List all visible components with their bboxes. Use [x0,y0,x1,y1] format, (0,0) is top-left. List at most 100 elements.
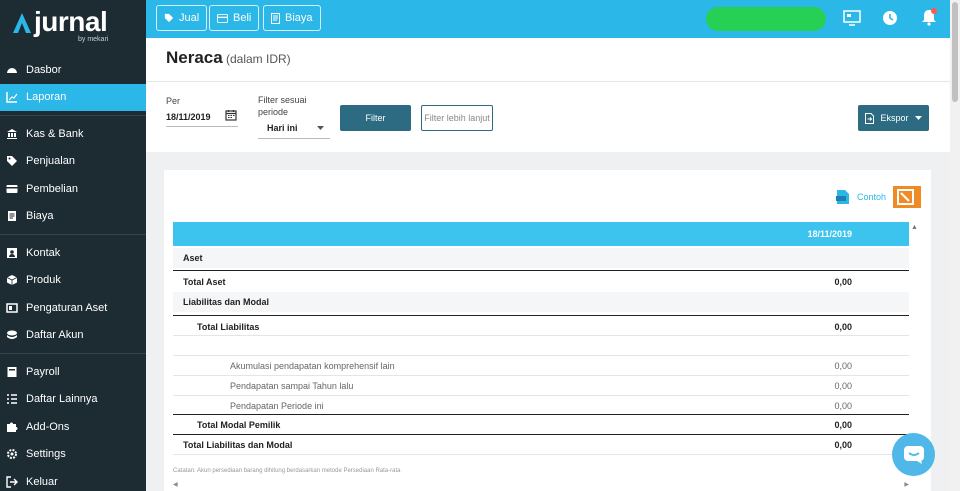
sidebar-item-label: Laporan [26,91,67,104]
sidebar-item-produk[interactable]: Produk [0,267,146,295]
chat-support-button[interactable] [892,433,935,476]
row-label: Akumulasi pendapatan komprehensif lain [230,361,395,371]
contoh-link[interactable]: Contoh [836,189,886,205]
sidebar-item-label: Add-Ons [26,420,70,433]
box-icon [6,274,18,286]
date-input[interactable]: 18/11/2019 [166,112,211,122]
sidebar-item-daftar-lainnya[interactable]: Daftar Lainnya [0,386,146,414]
sidebar-item-payroll[interactable]: Payroll [0,358,146,386]
company-switch-icon[interactable] [843,10,861,26]
list-icon [6,393,18,405]
chat-icon [903,445,924,464]
advanced-filter-input[interactable]: Filter lebih lanjut [421,105,493,131]
file-export-icon [865,112,875,124]
sidebar-item-kas-bank[interactable]: Kas & Bank [0,120,146,148]
calendar-icon[interactable] [225,109,237,121]
sidebar-item-biaya[interactable]: Biaya [0,203,146,231]
period-select[interactable]: Hari ini [267,123,298,133]
row-value: 0,00 [834,361,852,371]
scroll-right-arrow[interactable]: ▶ [904,481,909,488]
sidebar-item-laporan[interactable]: Laporan [0,83,146,111]
row-label: Pendapatan Periode ini [230,401,324,411]
sidebar-item-keluar[interactable]: Keluar [0,468,146,491]
bank-icon [6,128,18,140]
tag-icon [6,155,18,167]
filter-button[interactable]: Filter [340,105,411,131]
chevron-down-icon [317,126,324,130]
sidebar-item-label: Biaya [26,210,54,223]
card-icon [217,13,228,23]
column-date: 18/11/2019 [807,229,852,239]
receipt-icon [6,210,18,222]
row-label: Total Liabilitas [197,322,260,332]
contact-icon [6,247,18,259]
user-name-redacted[interactable] [706,7,826,31]
sidebar-item-dasbor[interactable]: Dasbor [0,56,146,84]
report-table-header: 18/11/2019 [173,222,909,246]
page-subtitle: (dalam IDR) [226,52,291,66]
table-row-liabilitas-modal: Liabilitas dan Modal [173,292,909,312]
chevron-down-icon [914,116,922,120]
report-card: Contoh 18/11/2019 ▲ Aset Total Aset 0,00… [164,170,931,491]
sidebar-item-settings[interactable]: Settings [0,441,146,469]
sidebar-item-label: Daftar Lainnya [26,393,98,406]
sidebar-item-kontak[interactable]: Kontak [0,239,146,267]
filter-bar: Per 18/11/2019 Filter sesuai periode Har… [146,82,950,152]
scrollbar-thumb[interactable] [952,2,958,102]
divider [0,115,146,116]
table-row-akumulasi: Akumulasi pendapatan komprehensif lain 0… [173,356,909,376]
row-value: 0,00 [834,420,852,430]
sidebar-item-label: Penjualan [26,155,75,168]
table-row-pendapatan-lalu: Pendapatan sampai Tahun lalu 0,00 [173,376,909,396]
tag-icon [164,13,174,23]
row-value: 0,00 [834,322,852,332]
divider [0,234,146,235]
biaya-label: Biaya [285,12,313,24]
horizontal-scrollbar[interactable]: ◀ ▶ [173,481,909,489]
document-icon [836,190,849,204]
sidebar-item-pengaturan-aset[interactable]: Pengaturan Aset [0,294,146,322]
report-note: Catatan: Akun persediaan barang dihitung… [173,468,401,474]
sidebar-item-label: Produk [26,274,61,287]
export-button[interactable]: Ekspor [858,105,929,131]
page-scrollbar[interactable] [950,0,960,491]
period-underline [258,138,330,139]
notification-bell-icon[interactable] [921,8,937,26]
period-label-1: Filter sesuai [258,95,307,105]
contoh-label: Contoh [857,192,887,202]
row-label: Aset [183,253,203,263]
row-divider [173,454,909,455]
page-header: Neraca (dalam IDR) [146,38,950,82]
beli-button[interactable]: Beli [209,5,260,31]
date-underline [166,126,238,127]
jual-button[interactable]: Jual [156,5,208,31]
row-divider [173,315,909,316]
puzzle-icon [6,421,18,433]
beli-label: Beli [233,12,252,24]
divider [0,353,146,354]
sidebar-item-label: Keluar [26,475,58,488]
sidebar-item-add-ons[interactable]: Add-Ons [0,413,146,441]
card-icon [6,183,18,195]
sidebar-item-pembelian[interactable]: Pembelian [0,175,146,203]
row-label: Total Modal Pemilik [197,420,281,430]
tutorial-icon[interactable] [893,186,921,208]
sidebar-item-label: Daftar Akun [26,329,84,342]
row-label: Total Liabilitas dan Modal [183,440,293,450]
sidebar-item-daftar-akun[interactable]: Daftar Akun [0,322,146,350]
biaya-button[interactable]: Biaya [263,5,321,31]
sidebar-item-penjualan[interactable]: Penjualan [0,148,146,176]
payroll-icon [6,366,18,378]
clock-icon[interactable] [882,10,898,26]
jurnal-logo-icon [13,13,31,33]
scroll-left-arrow[interactable]: ◀ [173,481,178,488]
page-title: Neraca [166,48,223,67]
jurnal-logo[interactable]: jurnal by mekari [12,6,132,46]
scroll-up-arrow[interactable]: ▲ [911,224,921,234]
per-label: Per [166,96,181,106]
gear-icon [6,448,18,460]
row-value: 0,00 [834,440,852,450]
table-row-total-modal: Total Modal Pemilik 0,00 [173,415,909,435]
chart-icon [6,91,18,103]
export-label: Ekspor [880,113,909,123]
